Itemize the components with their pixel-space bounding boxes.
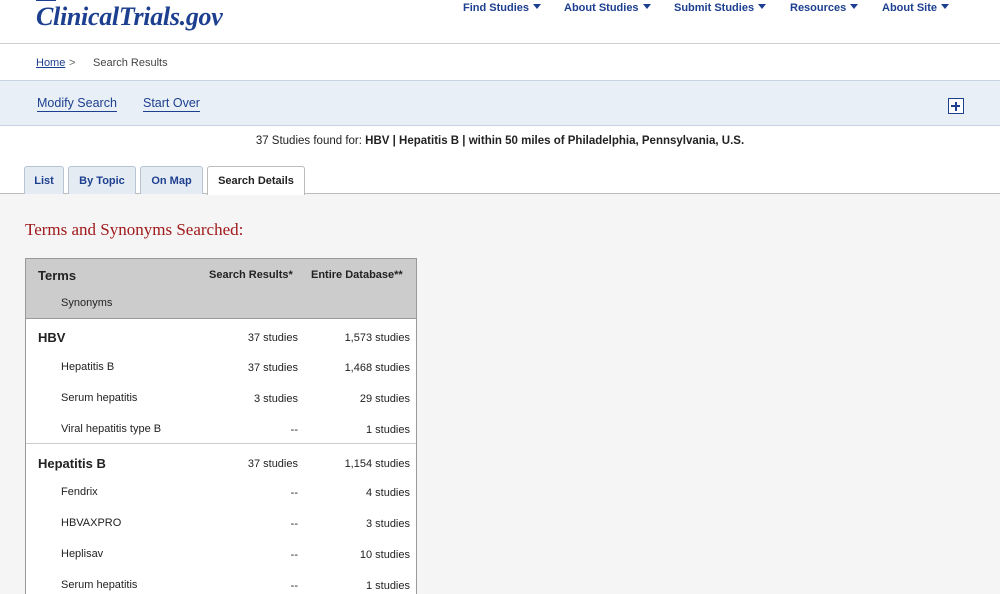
caret-down-icon — [941, 4, 949, 9]
breadcrumb-separator: > — [69, 57, 76, 69]
database-count: 10 studies — [359, 549, 410, 561]
search-results-count: -- — [290, 487, 298, 499]
tab-search-details[interactable]: Search Details — [207, 166, 305, 195]
search-results-count: -- — [290, 518, 298, 530]
caret-down-icon — [642, 4, 651, 9]
column-header-search-results: Search Results* — [209, 269, 293, 281]
table-row: Serum hepatitis -- 1 studies — [26, 570, 416, 594]
table-row: Viral hepatitis type B -- 1 studies — [26, 414, 416, 444]
tab-on-map[interactable]: On Map — [140, 166, 203, 194]
search-results-count: -- — [290, 424, 298, 436]
table-row: Heplisav -- 10 studies — [26, 539, 416, 569]
database-count: 1,468 studies — [344, 362, 410, 374]
logo-mark — [36, 0, 56, 1]
search-results-count: 37 studies — [247, 362, 298, 374]
site-header: ClinicalTrials.gov Find Studies About St… — [0, 0, 1000, 44]
column-header-synonyms: Synonyms — [61, 297, 113, 309]
main-nav: Find Studies About Studies Submit Studie… — [0, 2, 1000, 18]
results-count-text: 37 Studies found for: — [255, 135, 362, 147]
tab-by-topic[interactable]: By Topic — [68, 166, 136, 194]
nav-submit-studies[interactable]: Submit Studies — [674, 2, 767, 14]
synonym-name: Serum hepatitis — [61, 392, 138, 404]
term-name: Hepatitis B — [38, 456, 106, 471]
database-count: 4 studies — [365, 487, 410, 499]
table-row: Hepatitis B 37 studies 1,468 studies — [26, 352, 416, 382]
breadcrumb-home-link[interactable]: Home — [36, 57, 65, 69]
nav-label: Submit Studies — [674, 2, 755, 14]
section-title: Terms and Synonyms Searched: — [25, 220, 244, 239]
column-header-terms: Terms — [38, 268, 77, 283]
modify-search-link[interactable]: Modify Search — [37, 96, 117, 112]
column-header-entire-database: Entire Database** — [311, 269, 403, 281]
database-count: 1,154 studies — [344, 458, 410, 470]
nav-label: Find Studies — [463, 2, 529, 14]
synonym-name: Serum hepatitis — [61, 579, 138, 591]
search-results-count: 3 studies — [253, 393, 298, 405]
search-results-count: 37 studies — [247, 332, 298, 344]
nav-resources[interactable]: Resources — [790, 2, 859, 14]
database-count: 1 studies — [365, 580, 410, 592]
caret-down-icon — [758, 4, 767, 9]
nav-label: About Studies — [564, 2, 639, 14]
table-row: Serum hepatitis 3 studies 29 studies — [26, 383, 416, 413]
term-name: HBV — [38, 330, 66, 345]
nav-about-studies[interactable]: About Studies — [564, 2, 651, 14]
plus-box-icon[interactable] — [948, 98, 964, 114]
nav-find-studies[interactable]: Find Studies — [463, 2, 541, 14]
synonym-name: Viral hepatitis type B — [61, 423, 162, 435]
breadcrumb: Home > Search Results — [0, 44, 1000, 81]
results-summary: 37 Studies found for: HBV | Hepatitis B … — [0, 135, 1000, 147]
table-row: Fendrix -- 4 studies — [26, 477, 416, 507]
group-divider — [26, 443, 416, 444]
caret-down-icon — [533, 4, 541, 9]
search-results-count: -- — [290, 580, 298, 592]
table-header: Terms Synonyms Search Results* Entire Da… — [26, 259, 416, 319]
database-count: 29 studies — [359, 393, 410, 405]
synonym-name: HBVAXPRO — [61, 517, 122, 529]
nav-about-site[interactable]: About Site — [882, 2, 949, 14]
search-action-bar: Modify Search Start Over — [0, 81, 1000, 126]
search-results-count: 37 studies — [247, 458, 298, 470]
table-row: HBV 37 studies 1,573 studies — [26, 322, 416, 352]
database-count: 1,573 studies — [344, 332, 410, 344]
caret-down-icon — [850, 4, 859, 9]
results-query-text: HBV | Hepatitis B | within 50 miles of P… — [365, 135, 745, 147]
synonym-name: Heplisav — [61, 548, 104, 560]
synonym-name: Fendrix — [61, 486, 98, 498]
table-row: HBVAXPRO -- 3 studies — [26, 508, 416, 538]
start-over-link[interactable]: Start Over — [143, 96, 200, 112]
synonym-name: Hepatitis B — [61, 361, 115, 373]
nav-label: About Site — [882, 2, 937, 14]
database-count: 3 studies — [365, 518, 410, 530]
database-count: 1 studies — [365, 424, 410, 436]
terms-synonyms-table: Terms Synonyms Search Results* Entire Da… — [25, 258, 417, 594]
search-results-count: -- — [290, 549, 298, 561]
tab-list[interactable]: List — [24, 166, 64, 194]
nav-label: Resources — [790, 2, 847, 14]
plus-vertical-bar — [954, 101, 957, 111]
breadcrumb-current: Search Results — [93, 57, 168, 69]
table-row: Hepatitis B 37 studies 1,154 studies — [26, 448, 416, 478]
